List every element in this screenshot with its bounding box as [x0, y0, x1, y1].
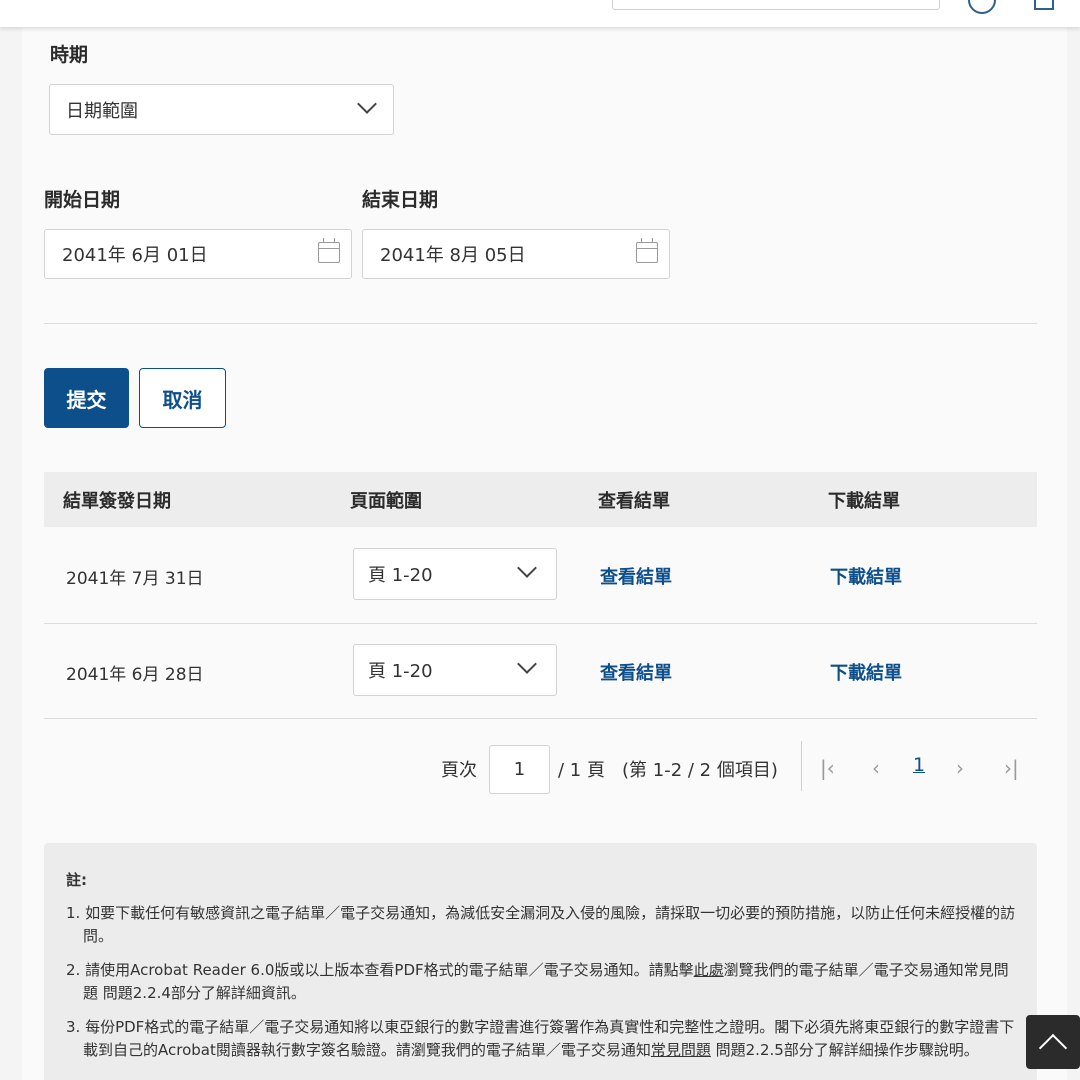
end-date-value: 2041年 8月 05日 [380, 245, 526, 266]
period-select[interactable]: 日期範圍 [49, 84, 394, 135]
row-divider [44, 623, 1037, 624]
note-item-2-text-a: 2. 請使用Acrobat Reader 6.0版或以上版本查看PDF格式的電子… [66, 961, 694, 979]
column-header-issue-date: 結單簽發日期 [63, 490, 171, 512]
period-label: 時期 [50, 44, 89, 66]
page-number-input[interactable]: 1 [489, 745, 550, 794]
start-date-label: 開始日期 [44, 189, 121, 211]
top-navigation-bar [0, 0, 1080, 27]
download-statement-link[interactable]: 下載結單 [830, 563, 902, 589]
back-to-top-button[interactable] [1026, 1015, 1080, 1069]
chevron-down-icon [357, 94, 377, 114]
prev-page-icon[interactable]: ‹ [872, 756, 880, 780]
submit-button[interactable]: 提交 [44, 368, 129, 428]
here-link[interactable]: 此處 [694, 961, 724, 979]
cancel-button[interactable]: 取消 [139, 368, 226, 428]
calendar-icon[interactable] [636, 238, 658, 263]
note-item-3: 3. 每份PDF格式的電子結單／電子交易通知將以東亞銀行的數字證書進行簽署作為真… [66, 1016, 1016, 1062]
view-statement-link[interactable]: 查看結單 [600, 563, 672, 589]
end-date-field[interactable]: 2041年 8月 05日 [362, 229, 670, 279]
next-page-icon[interactable]: › [956, 756, 964, 780]
download-statement-link[interactable]: 下載結單 [830, 659, 902, 685]
column-header-page-range: 頁面範圍 [350, 490, 422, 512]
section-divider [44, 323, 1037, 324]
page-range-select[interactable]: 頁 1-20 [353, 548, 557, 600]
column-header-download: 下載結單 [828, 490, 900, 512]
chevron-up-icon [1038, 1033, 1068, 1063]
notes-section: 註: 1. 如要下載任何有敏感資訊之電子結單／電子交易通知，為減低安全漏洞及入侵… [44, 843, 1037, 1080]
period-select-value: 日期範圍 [66, 100, 138, 122]
view-statement-link[interactable]: 查看結單 [600, 659, 672, 685]
row-issue-date: 2041年 6月 28日 [66, 665, 204, 685]
page-total: / 1 頁 [558, 760, 605, 781]
statement-table-header: 結單簽發日期 頁面範圍 查看結單 下載結單 [44, 472, 1037, 527]
page-label: 頁次 [441, 760, 477, 781]
column-header-view: 查看結單 [598, 490, 670, 512]
calendar-icon[interactable] [318, 238, 340, 263]
start-date-value: 2041年 6月 01日 [62, 245, 208, 266]
user-icon[interactable] [968, 0, 996, 14]
current-page-link[interactable]: 1 [913, 754, 925, 776]
note-item-3-text-b: 問題2.2.5部分了解詳細操作步驟說明。 [710, 1041, 979, 1059]
faq-link[interactable]: 常見問題 [651, 1041, 711, 1059]
chevron-down-icon [517, 654, 537, 674]
menu-icon[interactable] [1034, 0, 1054, 10]
page-range-select[interactable]: 頁 1-20 [353, 644, 557, 696]
items-count: (第 1-2 / 2 個項目) [622, 760, 778, 781]
row-divider [44, 718, 1037, 719]
last-page-icon[interactable]: ›| [1004, 756, 1019, 780]
top-search-input[interactable] [612, 0, 940, 10]
note-item-2: 2. 請使用Acrobat Reader 6.0版或以上版本查看PDF格式的電子… [66, 959, 1016, 1005]
page-range-value: 頁 1-20 [368, 661, 433, 682]
first-page-icon[interactable]: |‹ [820, 756, 835, 780]
notes-title: 註: [66, 871, 87, 889]
pagination-divider [801, 741, 802, 791]
end-date-label: 結束日期 [362, 189, 439, 211]
chevron-down-icon [517, 558, 537, 578]
start-date-field[interactable]: 2041年 6月 01日 [44, 229, 352, 279]
note-item-1: 1. 如要下載任何有敏感資訊之電子結單／電子交易通知，為減低安全漏洞及入侵的風險… [66, 904, 1016, 945]
page-range-value: 頁 1-20 [368, 565, 433, 586]
row-issue-date: 2041年 7月 31日 [66, 569, 204, 589]
